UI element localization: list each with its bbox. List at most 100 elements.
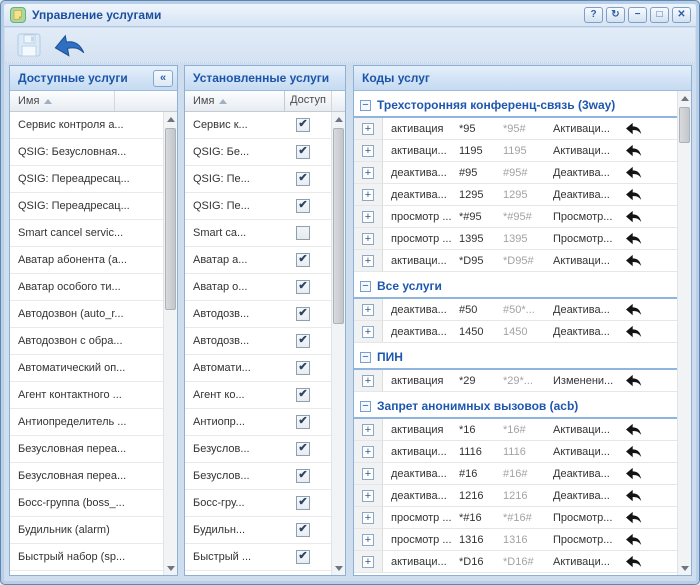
- reset-code-button[interactable]: [625, 555, 655, 568]
- reset-code-button[interactable]: [625, 325, 655, 338]
- service-code-row[interactable]: +просмотр ...*#16*#16#Просмотр...: [354, 507, 677, 529]
- list-item-available-service[interactable]: Будильник (alarm): [10, 517, 163, 544]
- access-checkbox[interactable]: [296, 226, 310, 240]
- collapse-group-icon[interactable]: −: [360, 401, 371, 412]
- service-code-row[interactable]: +активация*95*95#Активаци...: [354, 118, 677, 140]
- list-item-available-service[interactable]: Безусловная переа...: [10, 463, 163, 490]
- expand-row-icon[interactable]: +: [362, 167, 374, 179]
- service-code-row[interactable]: +деактива...12161216Деактива...: [354, 485, 677, 507]
- close-button[interactable]: ✕: [672, 7, 691, 23]
- access-checkbox[interactable]: ✔: [296, 469, 310, 483]
- service-code-row[interactable]: +деактива...#95#95#Деактива...: [354, 162, 677, 184]
- service-code-row[interactable]: +деактива...#50#50*...Деактива...: [354, 299, 677, 321]
- list-item-installed-service[interactable]: Сервис к...✔: [185, 112, 331, 139]
- maximize-button[interactable]: □: [650, 7, 669, 23]
- refresh-button[interactable]: ↻: [606, 7, 625, 23]
- service-code-row[interactable]: +активаци...*D95*D95#Активаци...: [354, 250, 677, 272]
- access-checkbox[interactable]: ✔: [296, 334, 310, 348]
- reset-code-button[interactable]: [625, 188, 655, 201]
- list-item-installed-service[interactable]: Аватар о...✔: [185, 274, 331, 301]
- codes-vertical-scrollbar[interactable]: [677, 91, 691, 575]
- list-item-installed-service[interactable]: Босс-гру...✔: [185, 490, 331, 517]
- list-item-available-service[interactable]: Smart cancel servic...: [10, 220, 163, 247]
- expand-row-icon[interactable]: +: [362, 490, 374, 502]
- list-item-available-service[interactable]: Аватар особого ти...: [10, 274, 163, 301]
- list-item-installed-service[interactable]: Агент ко...✔: [185, 382, 331, 409]
- list-item-installed-service[interactable]: Быстрый ...✔: [185, 544, 331, 571]
- access-checkbox[interactable]: ✔: [296, 253, 310, 267]
- service-code-row[interactable]: +просмотр ...13951395Просмотр...: [354, 228, 677, 250]
- list-item-available-service[interactable]: QSIG: Безусловная...: [10, 139, 163, 166]
- service-code-row[interactable]: +активаци...11951195Активаци...: [354, 140, 677, 162]
- undo-button[interactable]: [53, 31, 83, 60]
- list-item-installed-service[interactable]: Будильн...✔: [185, 517, 331, 544]
- expand-row-icon[interactable]: +: [362, 304, 374, 316]
- available-vertical-scrollbar[interactable]: [163, 112, 177, 575]
- access-checkbox[interactable]: ✔: [296, 496, 310, 510]
- reset-code-button[interactable]: [625, 467, 655, 480]
- reset-code-button[interactable]: [625, 374, 655, 387]
- column-name[interactable]: Имя: [10, 95, 114, 107]
- list-item-available-service[interactable]: Автодозвон (auto_r...: [10, 301, 163, 328]
- access-checkbox[interactable]: ✔: [296, 550, 310, 564]
- collapse-group-icon[interactable]: −: [360, 281, 371, 292]
- expand-row-icon[interactable]: +: [362, 375, 374, 387]
- reset-code-button[interactable]: [625, 232, 655, 245]
- list-item-available-service[interactable]: Антиопределитель ...: [10, 409, 163, 436]
- list-item-installed-service[interactable]: Автодозв...✔: [185, 301, 331, 328]
- access-checkbox[interactable]: ✔: [296, 280, 310, 294]
- service-code-row[interactable]: +деактива...14501450Деактива...: [354, 321, 677, 343]
- reset-code-button[interactable]: [625, 144, 655, 157]
- expand-row-icon[interactable]: +: [362, 534, 374, 546]
- service-group-header[interactable]: −Все услуги: [354, 275, 677, 299]
- scrollbar-thumb[interactable]: [333, 128, 344, 324]
- list-item-installed-service[interactable]: Smart ca...: [185, 220, 331, 247]
- access-checkbox[interactable]: ✔: [296, 388, 310, 402]
- scrollbar-thumb[interactable]: [165, 128, 176, 310]
- reset-code-button[interactable]: [625, 445, 655, 458]
- list-item-available-service[interactable]: Безусловная переа...: [10, 436, 163, 463]
- list-item-installed-service[interactable]: QSIG: Пе...✔: [185, 166, 331, 193]
- service-code-row[interactable]: +деактива...#16#16#Деактива...: [354, 463, 677, 485]
- access-checkbox[interactable]: ✔: [296, 172, 310, 186]
- service-code-row[interactable]: +просмотр ...*#95*#95#Просмотр...: [354, 206, 677, 228]
- list-item-available-service[interactable]: Агент контактного ...: [10, 382, 163, 409]
- list-item-available-service[interactable]: Автоматический оп...: [10, 355, 163, 382]
- minimize-button[interactable]: −: [628, 7, 647, 23]
- reset-code-button[interactable]: [625, 423, 655, 436]
- list-item-installed-service[interactable]: QSIG: Бе...✔: [185, 139, 331, 166]
- expand-row-icon[interactable]: +: [362, 446, 374, 458]
- expand-row-icon[interactable]: +: [362, 512, 374, 524]
- service-group-header[interactable]: −Запрет анонимных вызовов (acb): [354, 395, 677, 419]
- save-button[interactable]: [14, 31, 44, 60]
- list-item-available-service[interactable]: QSIG: Переадресац...: [10, 193, 163, 220]
- collapse-panel-button[interactable]: «: [153, 70, 173, 87]
- list-item-available-service[interactable]: QSIG: Переадресац...: [10, 166, 163, 193]
- reset-code-button[interactable]: [625, 303, 655, 316]
- expand-row-icon[interactable]: +: [362, 326, 374, 338]
- scroll-up-icon[interactable]: [678, 91, 691, 105]
- reset-code-button[interactable]: [625, 166, 655, 179]
- list-item-available-service[interactable]: Автодозвон с обра...: [10, 328, 163, 355]
- list-item-installed-service[interactable]: Автодозв...✔: [185, 328, 331, 355]
- list-item-available-service[interactable]: Быстрый набор (sp...: [10, 544, 163, 571]
- list-item-available-service[interactable]: Босс-группа (boss_...: [10, 490, 163, 517]
- list-item-installed-service[interactable]: Безуслов...✔: [185, 436, 331, 463]
- expand-row-icon[interactable]: +: [362, 189, 374, 201]
- service-code-row[interactable]: +активаци...*D16*D16#Активаци...: [354, 551, 677, 573]
- collapse-group-icon[interactable]: −: [360, 100, 371, 111]
- scrollbar-thumb[interactable]: [679, 107, 690, 143]
- scroll-up-icon[interactable]: [164, 112, 177, 126]
- reset-code-button[interactable]: [625, 122, 655, 135]
- list-item-installed-service[interactable]: QSIG: Пе...✔: [185, 193, 331, 220]
- collapse-group-icon[interactable]: −: [360, 352, 371, 363]
- column-access[interactable]: Доступ: [284, 91, 331, 111]
- service-code-row[interactable]: +активация*29*29*...Изменени...: [354, 370, 677, 392]
- reset-code-button[interactable]: [625, 254, 655, 267]
- scroll-down-icon[interactable]: [332, 561, 345, 575]
- access-checkbox[interactable]: ✔: [296, 523, 310, 537]
- column-name[interactable]: Имя: [185, 95, 284, 107]
- reset-code-button[interactable]: [625, 533, 655, 546]
- access-checkbox[interactable]: ✔: [296, 118, 310, 132]
- access-checkbox[interactable]: ✔: [296, 307, 310, 321]
